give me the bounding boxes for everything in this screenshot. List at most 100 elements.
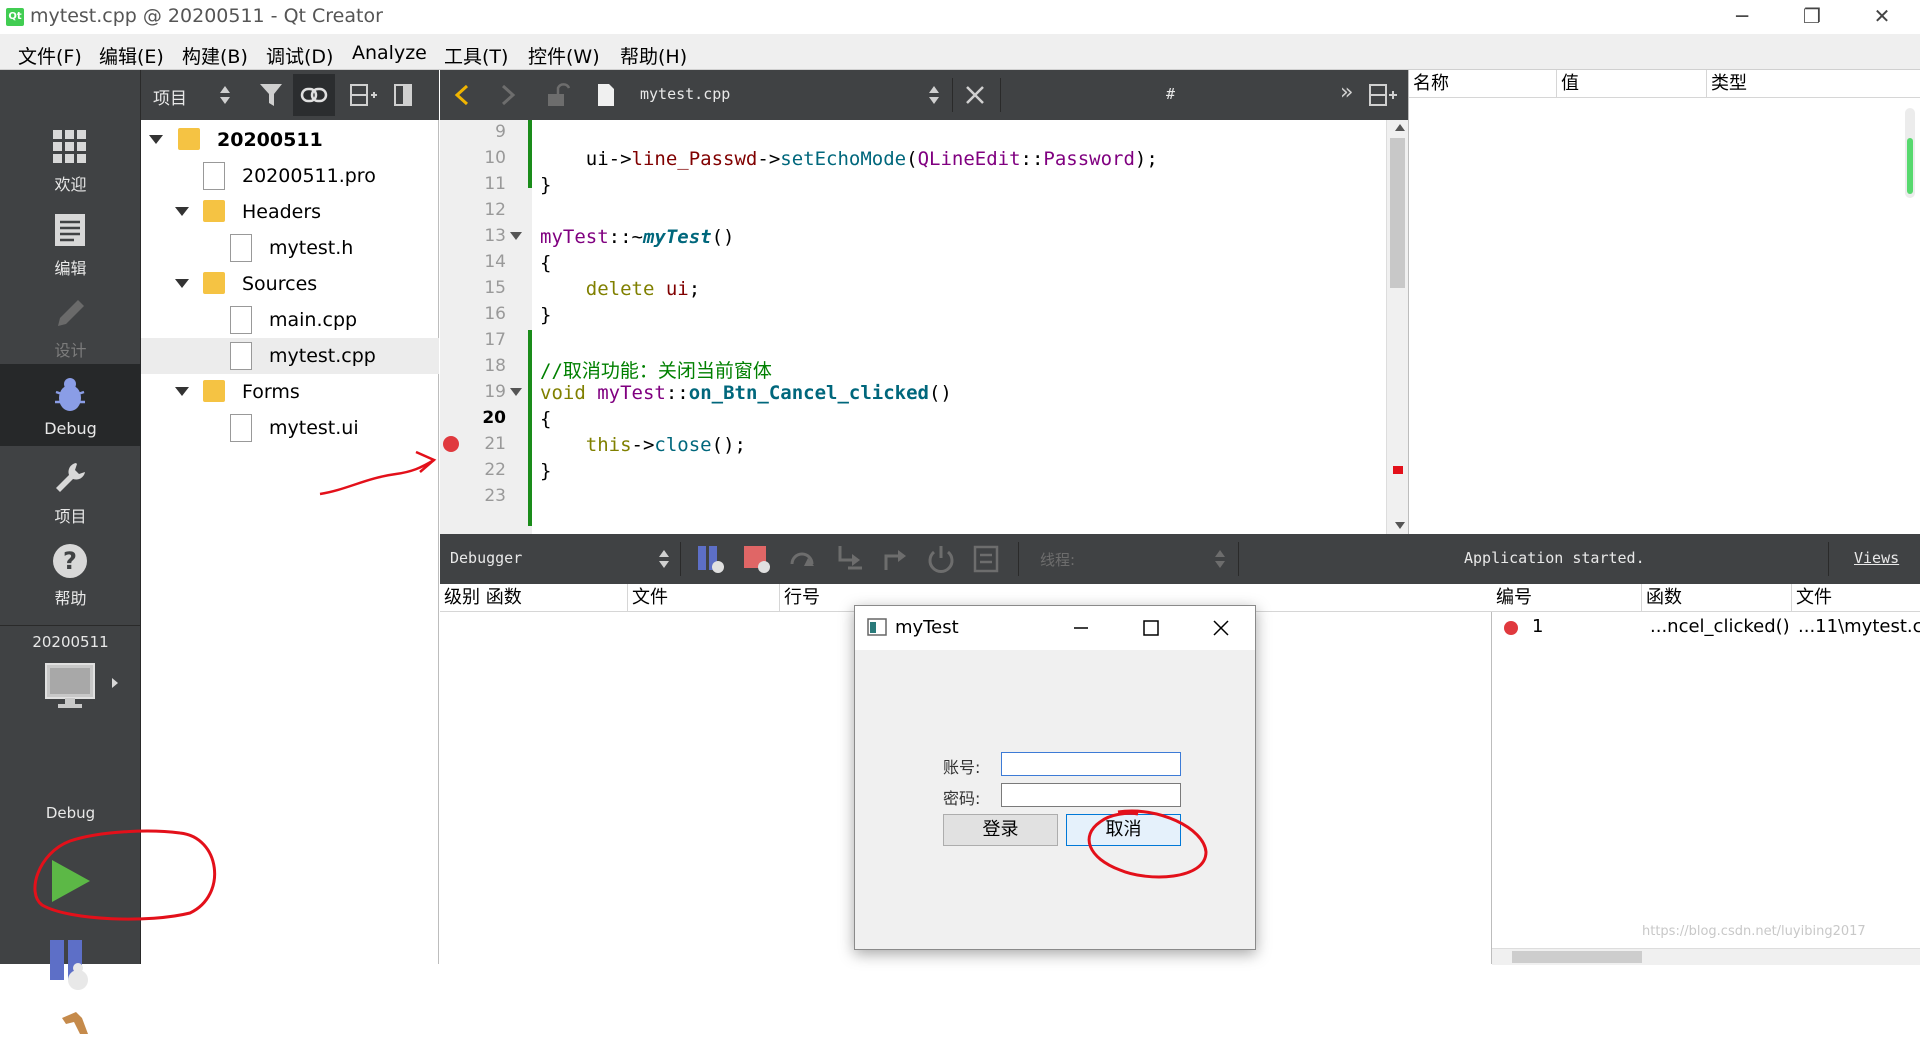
locals-header-type[interactable]: 类型 [1707,70,1920,98]
restart-icon[interactable] [926,544,956,574]
mode-design-label: 设计 [54,341,87,360]
tree-item-root[interactable]: 20200511 [141,122,439,158]
tree-item-header-file[interactable]: mytest.h [141,230,439,266]
menu-tools[interactable]: 工具(T) [444,42,508,69]
tree-item-mytest-cpp[interactable]: mytest.cpp [141,338,439,374]
start-debugging-button[interactable] [46,938,96,992]
locals-header-name[interactable]: 名称 [1409,70,1557,98]
locals-scrollbar[interactable] [1905,108,1915,198]
restore-button[interactable]: ❐ [1782,0,1842,34]
scrollbar-thumb[interactable] [1512,951,1642,963]
dialog-minimize-icon[interactable] [1071,618,1091,638]
thread-selector[interactable] [1214,548,1226,570]
scrollbar-thumb[interactable] [1907,138,1913,194]
menu-file[interactable]: 文件(F) [18,42,82,69]
symbol-selector[interactable]: # [1166,85,1175,103]
project-view-selector[interactable]: 项目 [153,84,187,109]
sync-link-button[interactable] [293,74,335,116]
line-number-gutter[interactable]: 9 10 11 12 13 14 15 16 17 18 19 20 21 22… [440,120,532,534]
tree-item-pro-file[interactable]: 20200511.pro [141,158,439,194]
run-button[interactable] [46,856,96,906]
mode-debug[interactable]: Debug [0,364,141,446]
back-arrow-icon[interactable] [454,84,470,106]
fold-arrow-icon[interactable] [510,388,522,396]
table-row[interactable]: 1 ...ncel_clicked() ...11\mytest.cpp [1492,612,1920,642]
locals-view[interactable]: 名称 值 类型 [1408,70,1920,534]
bp-header-file[interactable]: 文件 [1792,584,1920,612]
mode-edit[interactable]: 编辑 [0,200,141,282]
menu-edit[interactable]: 编辑(E) [99,42,164,69]
qt-logo-icon: Qt [6,8,24,26]
lock-icon[interactable] [546,82,570,108]
cancel-button[interactable]: 取消 [1066,814,1181,846]
menu-analyze[interactable]: Analyze [352,42,427,64]
kit-selector[interactable] [0,658,141,758]
scroll-up-icon[interactable] [1395,124,1405,131]
updown-icon[interactable] [928,84,940,106]
stop-debugger-icon[interactable] [742,544,772,574]
step-into-icon[interactable] [834,544,864,574]
step-out-icon[interactable] [880,544,910,574]
account-input[interactable] [1001,752,1181,776]
dialog-maximize-icon[interactable] [1141,618,1161,638]
menu-help[interactable]: 帮助(H) [620,42,687,69]
forward-arrow-icon[interactable] [500,84,516,106]
views-button[interactable]: Views [1854,549,1899,567]
mode-help[interactable]: ? 帮助 [0,530,141,612]
tree-item-headers[interactable]: Headers [141,194,439,230]
login-button[interactable]: 登录 [943,814,1058,846]
tree-item-main-cpp[interactable]: main.cpp [141,302,439,338]
editor-scrollbar[interactable] [1386,120,1408,534]
tree-item-sources[interactable]: Sources [141,266,439,302]
code-line: this->close(); [585,434,746,456]
horizontal-scrollbar[interactable] [1492,948,1920,965]
tree-label-mytest-cpp: mytest.cpp [269,345,376,367]
scrollbar-thumb[interactable] [1390,138,1405,288]
pencil-icon [58,300,84,326]
split-add-icon[interactable] [1368,82,1398,108]
operate-by-instruction-icon[interactable] [972,544,1002,574]
bp-header-number[interactable]: 编号 [1492,584,1642,612]
open-file-selector[interactable]: mytest.cpp [640,85,730,103]
breakpoints-view[interactable]: 编号 函数 文件 1 ...ncel_clicked() ...11\mytes… [1492,584,1920,965]
tree-label-header-file: mytest.h [269,237,354,259]
mode-design[interactable]: 设计 [0,282,141,364]
stack-header-level-function[interactable]: 级别 函数 [440,584,628,612]
expand-arrow-icon[interactable] [175,207,189,216]
filter-icon[interactable] [258,82,286,108]
dialog-close-icon[interactable] [1211,618,1231,638]
tree-item-forms[interactable]: Forms [141,374,439,410]
updown-icon[interactable] [658,548,670,570]
qt-project-icon [178,128,200,150]
step-over-icon[interactable] [788,544,818,574]
expand-arrow-icon[interactable] [149,135,163,144]
continue-icon[interactable] [696,544,726,574]
menu-build[interactable]: 构建(B) [182,42,248,69]
close-document-icon[interactable] [964,84,986,106]
mode-welcome[interactable]: 欢迎 [0,116,141,198]
expand-arrow-icon[interactable] [175,387,189,396]
fold-arrow-icon[interactable] [510,232,522,240]
tree-item-form-file[interactable]: mytest.ui [141,410,439,446]
close-button[interactable]: ✕ [1852,0,1912,34]
locals-header-value[interactable]: 值 [1557,70,1707,98]
bp-header-function[interactable]: 函数 [1642,584,1792,612]
minimize-button[interactable]: ─ [1712,0,1772,34]
menu-debug[interactable]: 调试(D) [266,42,333,69]
line-number: 12 [484,200,506,220]
close-sidebar-icon[interactable] [393,82,413,108]
debugger-engine-selector[interactable]: Debugger [450,549,522,567]
code-editor[interactable]: 9 10 11 12 13 14 15 16 17 18 19 20 21 22… [440,120,1408,534]
split-add-icon[interactable] [349,82,377,108]
expand-arrow-icon[interactable] [175,279,189,288]
menu-bar: 文件(F) 编辑(E) 构建(B) 调试(D) Analyze 工具(T) 控件… [0,34,1920,70]
password-input[interactable] [1001,783,1181,807]
grid-icon [53,130,86,163]
scroll-down-icon[interactable] [1395,522,1405,529]
stack-header-file[interactable]: 文件 [628,584,780,612]
mode-projects[interactable]: 项目 [0,448,141,530]
build-button[interactable] [58,1010,92,1034]
breakpoint-marker-icon[interactable] [443,436,459,452]
more-icon[interactable]: » [1340,80,1353,105]
menu-widgets[interactable]: 控件(W) [528,42,600,69]
